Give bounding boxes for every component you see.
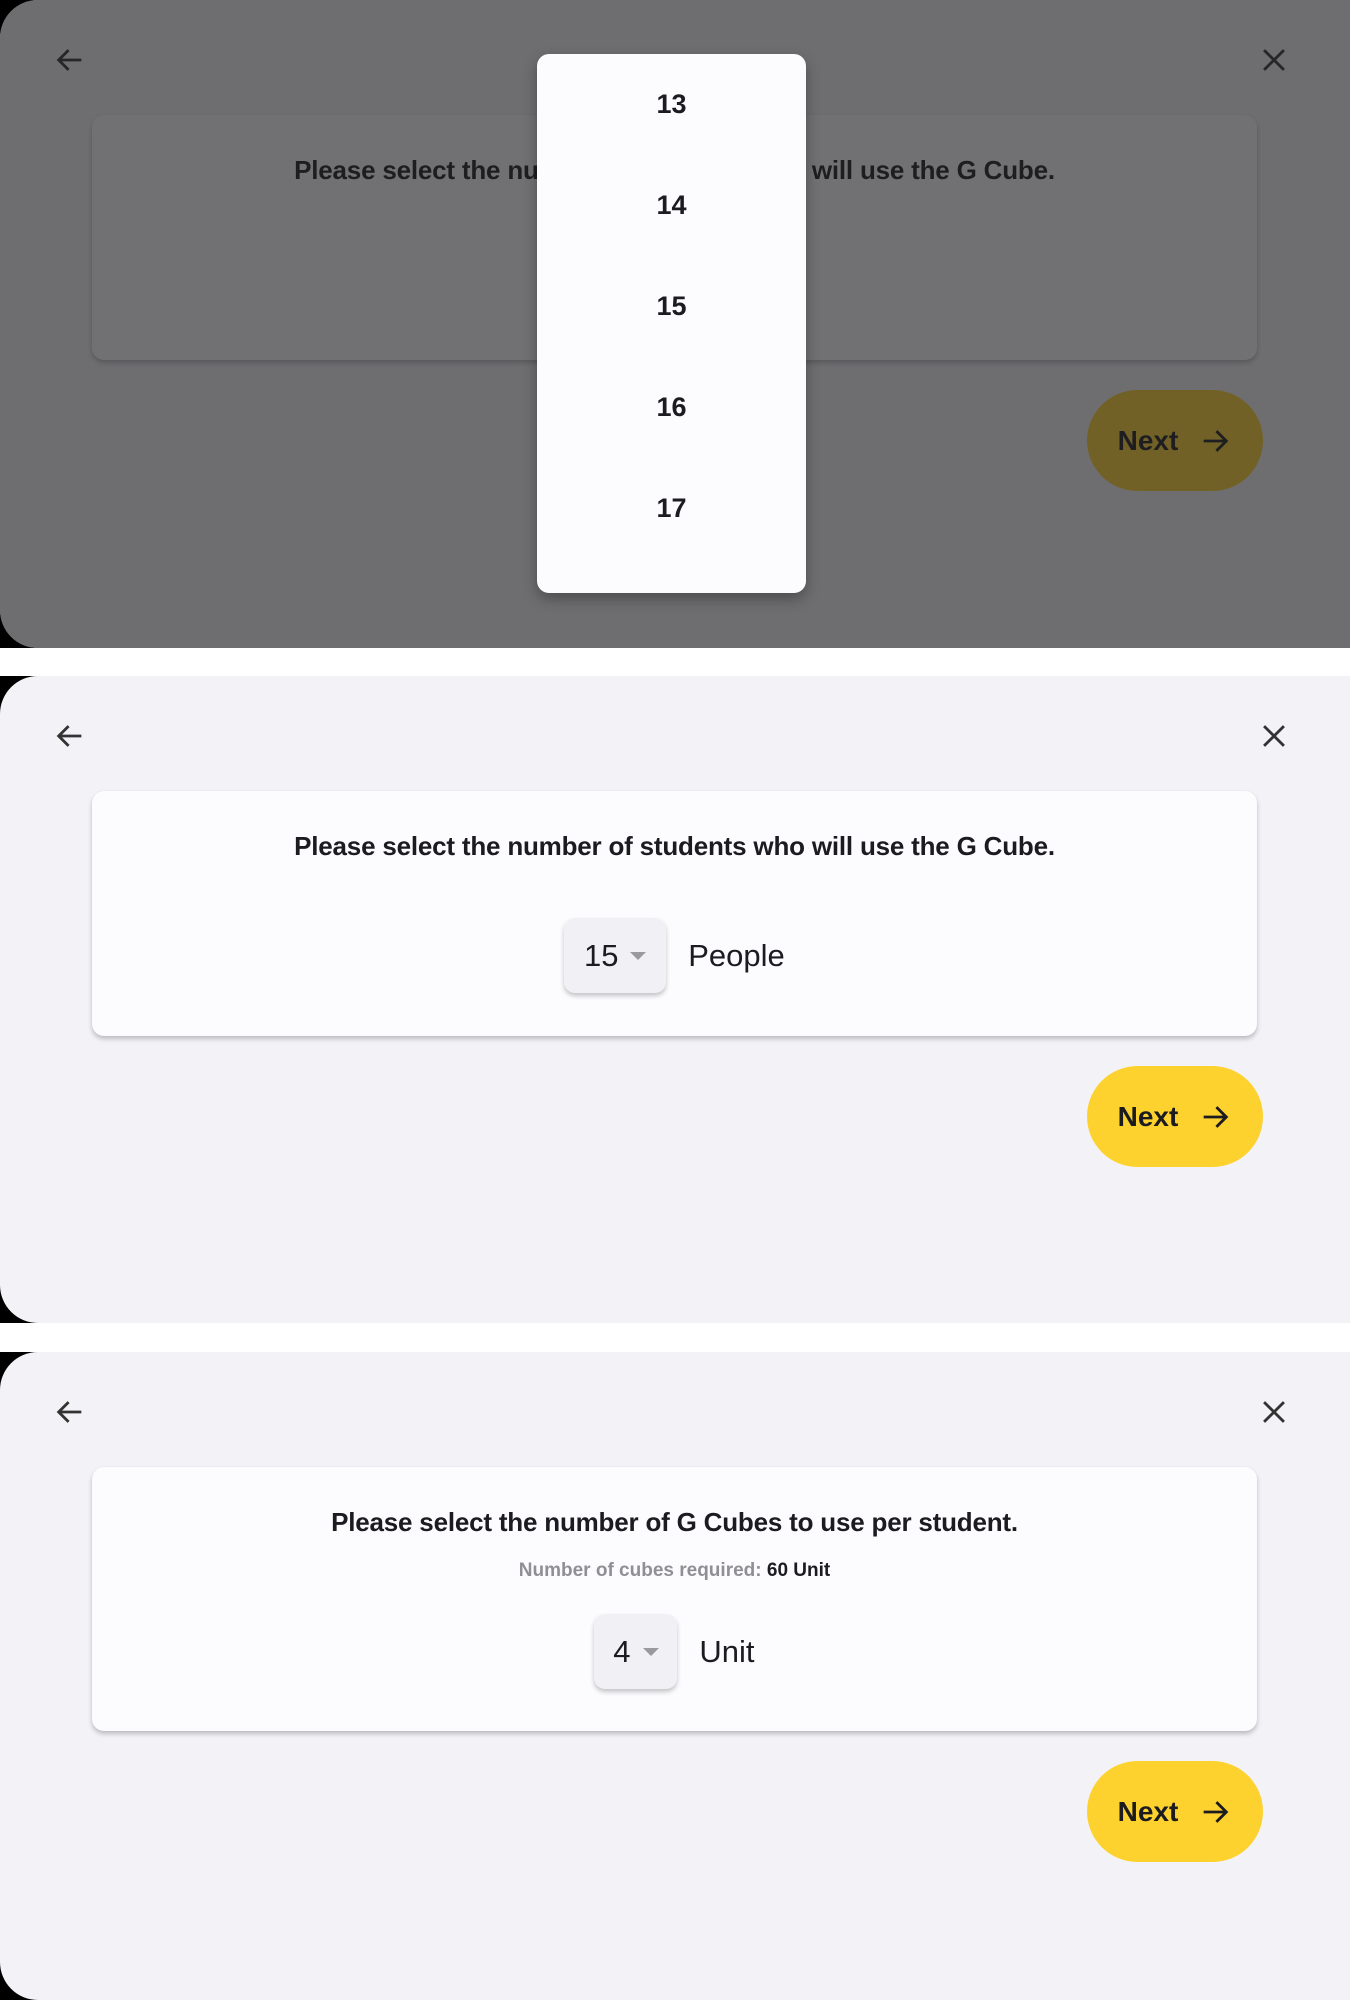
selected-value: 15 xyxy=(583,937,619,973)
screen-cubes-per-student: Please select the number of G Cubes to u… xyxy=(0,1352,1350,2000)
next-label: Next xyxy=(1117,1795,1179,1827)
question-title: Please select the number of G Cubes to u… xyxy=(331,1507,1018,1537)
question-card: Please select the number of G Cubes to u… xyxy=(92,1467,1257,1731)
required-value: 60 Unit xyxy=(766,1560,831,1581)
next-button[interactable]: Next xyxy=(1087,1761,1263,1862)
screen-students-dropdown-open: Please select the number of students who… xyxy=(0,0,1350,648)
caret-down-icon xyxy=(642,1647,659,1656)
unit-label: Unit xyxy=(699,1633,755,1669)
back-button[interactable] xyxy=(46,712,94,760)
close-button[interactable] xyxy=(1250,712,1298,760)
close-button[interactable] xyxy=(1250,1388,1298,1436)
next-button[interactable]: Next xyxy=(1087,1066,1263,1167)
arrow-right-icon xyxy=(1204,1800,1229,1823)
cube-count-dropdown[interactable]: 4 xyxy=(594,1614,678,1689)
menu-option[interactable]: 15 xyxy=(537,256,806,357)
menu-option[interactable]: 14 xyxy=(537,155,806,256)
menu-option[interactable]: 18 xyxy=(537,559,806,593)
next-label: Next xyxy=(1117,1100,1179,1132)
unit-label: People xyxy=(688,937,785,973)
arrow-left-icon xyxy=(56,725,82,747)
student-count-menu[interactable]: 13 14 15 16 17 18 xyxy=(537,54,806,593)
menu-option[interactable]: 16 xyxy=(537,357,806,458)
divider xyxy=(0,1323,1350,1352)
close-icon xyxy=(1263,1401,1285,1423)
arrow-right-icon xyxy=(1204,1105,1229,1128)
menu-option[interactable]: 13 xyxy=(537,54,806,155)
close-icon xyxy=(1263,725,1285,747)
student-count-dropdown[interactable]: 15 xyxy=(564,918,667,993)
selected-value: 4 xyxy=(613,1633,631,1669)
student-count-row: 15 People xyxy=(92,918,1257,993)
required-cubes-info: Number of cubes required: 60 Unit xyxy=(92,1560,1257,1582)
required-label: Number of cubes required: xyxy=(518,1560,762,1581)
question-title: Please select the number of students who… xyxy=(294,831,1055,861)
caret-down-icon xyxy=(630,951,647,960)
cube-count-row: 4 Unit xyxy=(92,1614,1257,1689)
divider xyxy=(0,648,1350,676)
arrow-left-icon xyxy=(56,1401,82,1423)
menu-option[interactable]: 17 xyxy=(537,458,806,559)
screen-students: Please select the number of students who… xyxy=(0,676,1350,1323)
question-card: Please select the number of students who… xyxy=(92,791,1257,1036)
back-button[interactable] xyxy=(46,1388,94,1436)
